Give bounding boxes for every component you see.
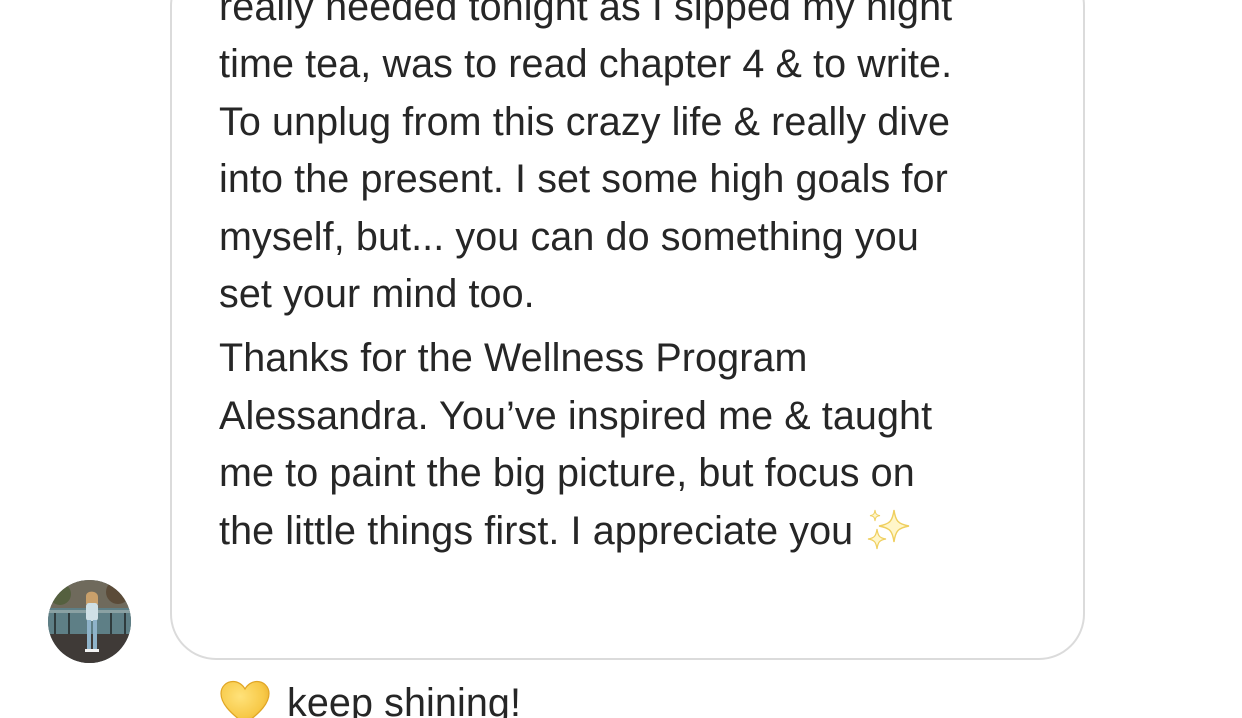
sender-avatar[interactable]: [48, 580, 131, 663]
sparkles-icon: [864, 508, 916, 552]
message-paragraph-2-text: Thanks for the Wellness Program Alessand…: [219, 336, 933, 553]
yellow-heart-icon: [219, 680, 271, 718]
dm-thread-screen: really needed tonight as I sipped my nig…: [0, 0, 1242, 718]
message-paragraph-1: really needed tonight as I sipped my nig…: [219, 0, 953, 317]
message-paragraph-2: Thanks for the Wellness Program Alessand…: [219, 330, 1049, 718]
message-bubble[interactable]: really needed tonight as I sipped my nig…: [170, 0, 1085, 718]
message-text: really needed tonight as I sipped my nig…: [219, 0, 1049, 718]
avatar-photo-icon: [48, 580, 131, 663]
closing-text: keep shining!: [287, 680, 522, 718]
